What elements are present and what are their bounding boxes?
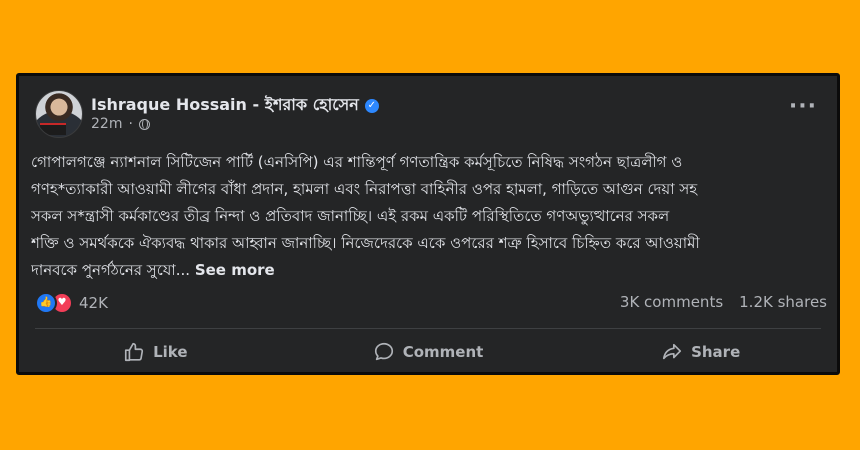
post-text-last-line: দানবকে পুনর্গঠনের সুযো... See more bbox=[31, 257, 831, 284]
post-text-truncated: দানবকে পুনর্গঠনের সুযো... bbox=[31, 261, 191, 279]
post-text-line: গণহ*ত্যাকারী আওয়ামী লীগের বাঁধা প্রদান,… bbox=[31, 180, 698, 198]
comments-count[interactable]: 3K comments bbox=[620, 293, 723, 311]
post-meta: 22m · bbox=[91, 116, 150, 132]
comment-icon bbox=[374, 342, 393, 361]
like-reaction-icon: 👍 bbox=[35, 292, 57, 314]
like-button[interactable]: Like bbox=[19, 334, 292, 370]
comment-label: Comment bbox=[402, 343, 484, 361]
globe-icon bbox=[138, 118, 150, 130]
share-icon bbox=[663, 343, 682, 360]
post-time[interactable]: 22m bbox=[91, 116, 122, 132]
like-label: Like bbox=[153, 343, 188, 361]
share-label: Share bbox=[691, 343, 741, 361]
post-card: Ishraque Hossain - ইশরাক হোসেন ✓ 22m · ·… bbox=[16, 73, 840, 375]
thumbs-up-icon bbox=[125, 342, 144, 362]
author-row: Ishraque Hossain - ইশরাক হোসেন ✓ bbox=[91, 92, 379, 119]
post-text-line: সকল স*ন্ত্রাসী কর্মকাণ্ডের তীব্র নিন্দা … bbox=[31, 207, 670, 225]
engagement-counts: 3K comments 1.2K shares bbox=[620, 293, 827, 311]
comment-button[interactable]: Comment bbox=[292, 334, 565, 370]
post-text-line: শক্তি ও সমর্থককে ঐক্যবদ্ধ থাকার আহ্বান জ… bbox=[31, 234, 700, 252]
reactions-summary[interactable]: 👍 ♥ 42K bbox=[35, 292, 108, 314]
avatar-shirt-graphic bbox=[40, 123, 66, 135]
post-text: গোপালগঞ্জে ন্যাশনাল সিটিজেন পার্টি (এনসি… bbox=[31, 149, 831, 284]
reaction-count: 42K bbox=[79, 294, 108, 312]
verified-badge-icon: ✓ bbox=[364, 98, 379, 113]
post-header: Ishraque Hossain - ইশরাক হোসেন ✓ 22m · ·… bbox=[35, 90, 827, 142]
post-text-line: গোপালগঞ্জে ন্যাশনাল সিটিজেন পার্টি (এনসি… bbox=[31, 153, 683, 171]
more-options-icon[interactable]: ··· bbox=[789, 96, 817, 118]
meta-separator: · bbox=[128, 116, 133, 132]
author-name[interactable]: Ishraque Hossain - ইশরাক হোসেন bbox=[91, 92, 359, 119]
post-actions: Like Comment Share bbox=[19, 334, 837, 370]
shares-count[interactable]: 1.2K shares bbox=[739, 293, 827, 311]
share-button[interactable]: Share bbox=[564, 334, 837, 370]
post-stats: 👍 ♥ 42K 3K comments 1.2K shares bbox=[35, 292, 827, 316]
avatar[interactable] bbox=[35, 90, 83, 138]
see-more-link[interactable]: See more bbox=[195, 261, 275, 279]
divider bbox=[35, 328, 821, 329]
